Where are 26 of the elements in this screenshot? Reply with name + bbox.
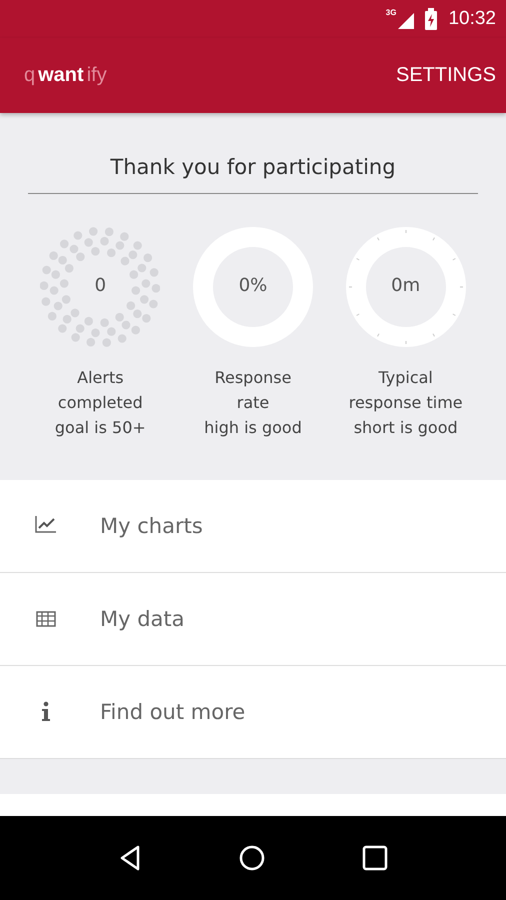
stat-label: response time	[348, 392, 463, 414]
stat-label: Response	[214, 367, 292, 389]
stat-label: completed	[58, 392, 143, 414]
stat-value: 0%	[238, 275, 268, 296]
stat-label: high is good	[204, 417, 302, 439]
clock-time: 10:32	[448, 8, 496, 30]
network-label: 3G	[386, 8, 396, 17]
stat-label: goal is 50+	[54, 417, 146, 439]
stat-value: 0	[94, 275, 108, 296]
battery-icon	[424, 8, 438, 30]
stat-value: 0m	[390, 275, 422, 296]
home-icon	[238, 844, 266, 872]
recents-icon	[362, 845, 388, 871]
logo-text: q	[24, 64, 36, 87]
stat-label: short is good	[354, 417, 458, 439]
menu-item[interactable]: My charts	[0, 480, 506, 573]
menu-item[interactable]: Find out more	[0, 666, 506, 759]
menu-item[interactable]: My data	[0, 573, 506, 666]
stat-label: Typical	[378, 367, 433, 389]
logo-text: want	[38, 64, 84, 87]
settings-button[interactable]: SETTINGS	[396, 60, 496, 91]
stat-label: rate	[236, 392, 270, 414]
heading-text: Thank you for participating	[28, 155, 478, 194]
logo-text: ify	[86, 64, 107, 87]
stat-label: Alerts	[77, 367, 124, 389]
back-icon	[118, 844, 142, 872]
